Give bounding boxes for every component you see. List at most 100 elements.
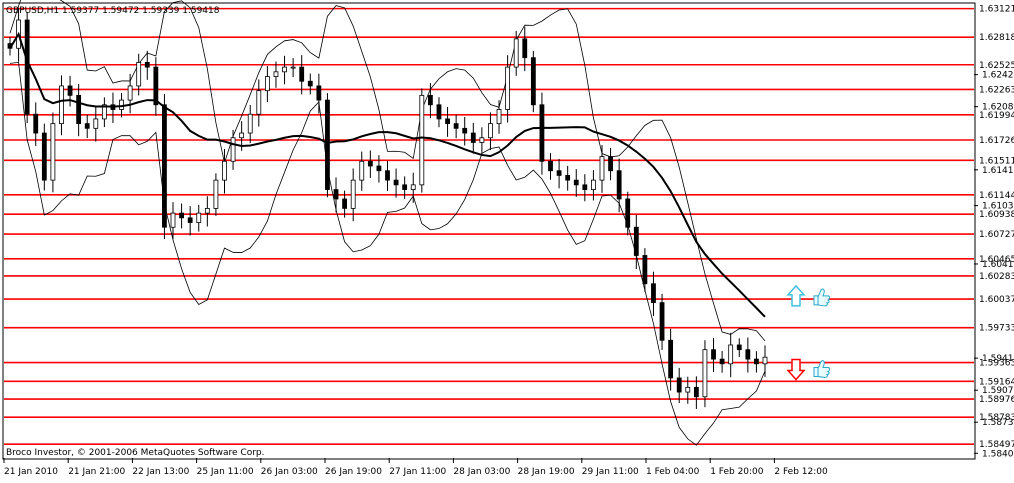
- candle-body: [222, 160, 227, 181]
- candle-body: [247, 113, 253, 134]
- level-label: 1.59733: [979, 324, 1014, 334]
- candle-body: [136, 61, 142, 87]
- candle-body: [204, 207, 210, 214]
- candle-body: [659, 302, 665, 341]
- candle-body: [513, 38, 519, 68]
- level-label: 1.60727: [979, 230, 1014, 240]
- level-label: 1.62525: [979, 61, 1014, 71]
- candle-body: [539, 104, 545, 162]
- candle-body: [316, 85, 322, 101]
- candle-body: [736, 344, 742, 351]
- candle-body: [264, 76, 270, 92]
- candle-body: [273, 71, 279, 77]
- candle-body: [179, 212, 184, 219]
- x-tick-label: 1 Feb 04:00: [646, 467, 700, 477]
- y-tick-label: 1.6208: [982, 103, 1014, 113]
- candle-body: [299, 66, 305, 82]
- candle-body: [548, 160, 553, 172]
- candle-body: [33, 113, 39, 134]
- candle-body: [479, 137, 485, 143]
- level-label: 1.60037: [979, 295, 1014, 305]
- y-tick-label: 1.6141: [982, 166, 1014, 176]
- candle-body: [282, 66, 287, 73]
- candle-body: [436, 104, 442, 120]
- candle-body: [470, 132, 476, 143]
- candle-body: [762, 356, 768, 365]
- candle-body: [187, 217, 193, 223]
- y-tick-label: 1.6103: [982, 202, 1014, 212]
- candle-body: [702, 349, 708, 398]
- candle-body: [754, 358, 759, 365]
- thumb-cuff: [813, 295, 819, 306]
- level-label: 1.62263: [979, 85, 1014, 95]
- candle-body: [728, 344, 734, 365]
- level-label: 1.60283: [979, 272, 1014, 282]
- candle-body: [445, 118, 450, 125]
- candle-body: [453, 123, 459, 129]
- candle-body: [616, 170, 622, 200]
- chart-svg: 1.631211.628181.625251.622631.619941.617…: [0, 0, 1014, 479]
- candle-body: [685, 386, 691, 393]
- candle-body: [50, 123, 56, 181]
- candle-body: [93, 118, 99, 129]
- candle-body: [230, 137, 236, 162]
- candle-body: [419, 94, 425, 186]
- y-tick-label: 1.6041: [982, 260, 1014, 270]
- x-tick-label: 25 Jan 11:00: [197, 467, 254, 477]
- candle-body: [41, 132, 47, 181]
- candle-body: [668, 339, 674, 379]
- candle-body: [67, 85, 73, 96]
- candle-body: [153, 66, 159, 106]
- candle-body: [76, 94, 82, 125]
- candle-body: [333, 189, 339, 200]
- candle-body: [342, 198, 348, 209]
- level-label: 1.63121: [979, 5, 1014, 15]
- candle-body: [385, 170, 390, 181]
- candle-body: [196, 212, 202, 223]
- candle-body: [127, 85, 133, 101]
- x-tick-label: 2 Feb 12:00: [774, 467, 828, 477]
- candle-body: [676, 377, 682, 393]
- candle-body: [325, 99, 330, 190]
- candle-body: [522, 38, 528, 59]
- level-label: 1.61726: [979, 136, 1014, 146]
- chart-header: GBPUSD,H1 1.59377 1.59472 1.59339 1.5941…: [6, 6, 220, 16]
- y-tick-label: 1.5873: [982, 418, 1014, 428]
- candle-body: [711, 349, 716, 360]
- candle-body: [642, 255, 648, 285]
- x-tick-label: 28 Jan 03:00: [453, 467, 510, 477]
- level-label: 1.61511: [979, 156, 1014, 166]
- level-label: 1.62818: [979, 33, 1014, 43]
- candle-body: [350, 179, 356, 209]
- candle-body: [144, 61, 150, 68]
- x-tick-label: 21 Jan 21:00: [68, 467, 125, 477]
- candle-body: [119, 99, 124, 110]
- candle-body: [213, 179, 219, 209]
- x-tick-label: 22 Jan 13:00: [132, 467, 189, 477]
- x-tick-label: 29 Jan 11:00: [582, 467, 639, 477]
- x-tick-label: 26 Jan 03:00: [261, 467, 318, 477]
- x-tick-label: 21 Jan 2010: [4, 467, 58, 477]
- candle-body: [59, 85, 64, 125]
- candle-body: [162, 104, 167, 228]
- candle-body: [651, 283, 656, 303]
- candle-body: [290, 66, 296, 69]
- candle-body: [367, 160, 373, 167]
- y-tick-label: 1.5907: [982, 386, 1014, 396]
- candle-body: [307, 80, 313, 87]
- candle-body: [427, 94, 433, 106]
- candle-body: [239, 132, 245, 139]
- candle-body: [745, 349, 751, 360]
- candle-body: [402, 184, 408, 190]
- level-label: 1.61144: [979, 191, 1014, 201]
- y-tick-label: 1.6242: [982, 71, 1014, 81]
- copyright-text: Broco Investor, © 2001-2006 MetaQuotes S…: [6, 448, 265, 458]
- level-label: 1.60938: [979, 210, 1014, 220]
- candle-body: [393, 179, 399, 186]
- candle-body: [462, 127, 468, 134]
- y-tick-label: 1.5840: [982, 449, 1014, 459]
- y-tick-label: 1.5941: [982, 354, 1014, 364]
- candle-body: [170, 212, 176, 228]
- candle-body: [530, 57, 536, 106]
- x-tick-label: 28 Jan 19:00: [518, 467, 575, 477]
